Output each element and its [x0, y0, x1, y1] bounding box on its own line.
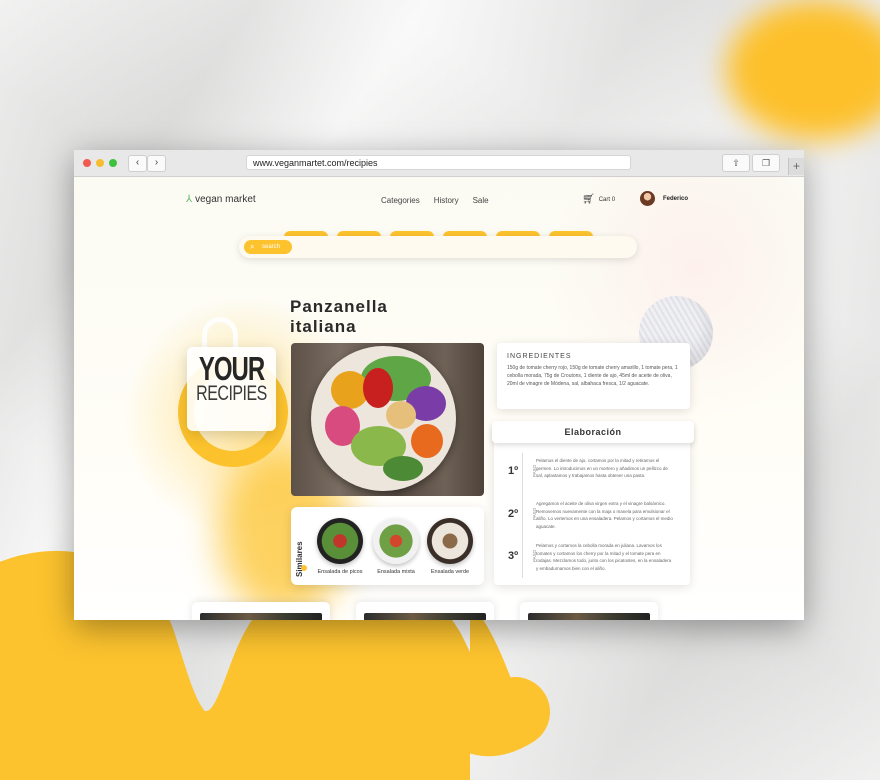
brand-logo[interactable]: ⅄ vegan market [186, 194, 256, 205]
leaf-icon: ⅄ [186, 194, 193, 205]
recipe-title-line-2: italiana [290, 317, 357, 336]
close-window-button[interactable] [83, 159, 91, 167]
forward-button[interactable]: › [147, 155, 166, 172]
similar-thumbnail [427, 518, 473, 564]
back-button[interactable]: ‹ [128, 155, 147, 172]
similares-title: Similares [295, 541, 304, 577]
menu-item-sale[interactable]: Sale [473, 196, 489, 205]
similar-thumbnail [317, 518, 363, 564]
chevron-right-icon: › [154, 157, 159, 168]
search-bar[interactable]: ⌕ search [239, 236, 637, 258]
ingredients-title: INGREDIENTES [507, 353, 572, 360]
menu-item-categories[interactable]: Categories [381, 196, 420, 205]
recipe-card-image [528, 613, 650, 620]
preparation-card: Elaboración 1º PASO Pelamos el diente de… [492, 421, 694, 585]
recipe-card-image [200, 613, 322, 620]
step-number: 1º [508, 465, 519, 477]
cart-button[interactable]: 🛒︎ Cart 0 [582, 194, 615, 205]
recipe-title: Panzanella italiana [290, 297, 450, 337]
steps-divider [522, 453, 523, 578]
share-icon: ⇧ [732, 158, 740, 168]
plus-icon: + [792, 159, 800, 173]
browser-toolbar: ‹ › www.veganmartet.com/recipies ⇧ ❐ + [74, 150, 804, 177]
similar-thumbnail [373, 518, 419, 564]
step-text: Agregamos el aceite de oliva virgen extr… [536, 501, 673, 529]
browser-window: ‹ › www.veganmartet.com/recipies ⇧ ❐ + ⅄… [74, 150, 804, 620]
main-menu: Categories History Sale [381, 196, 489, 205]
similar-item[interactable]: Ensalada mixta [371, 518, 421, 575]
badge-line-1: YOUR [198, 350, 265, 389]
share-button[interactable]: ⇧ [722, 154, 750, 172]
similar-caption: Ensalada mixta [377, 569, 415, 575]
recipe-photo [291, 343, 484, 496]
cart-icon: 🛒︎ [582, 194, 595, 205]
search-placeholder: search [262, 244, 281, 250]
chevron-left-icon: ‹ [135, 157, 140, 168]
more-recipes-row [192, 602, 658, 620]
search-icon: ⌕ [250, 242, 255, 251]
recipe-card[interactable] [192, 602, 330, 620]
menu-item-history[interactable]: History [434, 196, 459, 205]
similar-item[interactable]: Ensalada verde [425, 518, 475, 575]
step-text: Pelamos y cortamos la cebolla morada en … [536, 543, 672, 571]
ingredients-text: 150g de tomate cherry rojo, 150g de toma… [507, 365, 678, 387]
similares-dot [301, 565, 307, 571]
address-bar[interactable]: www.veganmartet.com/recipies [246, 155, 631, 170]
preparation-title: Elaboración [492, 421, 694, 443]
tabs-icon: ❐ [761, 158, 771, 168]
brand-name: vegan market [195, 194, 256, 205]
plate [311, 346, 456, 491]
step-number: 2º [508, 508, 519, 520]
recipe-card[interactable] [520, 602, 658, 620]
tabs-button[interactable]: ❐ [752, 154, 780, 172]
similar-caption: Ensalada verde [430, 569, 470, 575]
user-name[interactable]: Federico [663, 196, 688, 202]
page-content: ⅄ vegan market Categories History Sale 🛒… [74, 177, 804, 620]
similar-recipes: Similares Ensalada de picos Ensalada mix… [291, 507, 484, 585]
badge-line-2: RECIPIES [196, 383, 267, 406]
similar-item[interactable]: Ensalada de picos [315, 518, 365, 575]
avatar[interactable] [640, 191, 655, 206]
cart-label: Cart 0 [598, 196, 616, 203]
step-number: 3º [508, 550, 519, 562]
new-tab-button[interactable]: + [788, 158, 804, 175]
recipe-card-image [364, 613, 486, 620]
recipe-card[interactable] [356, 602, 494, 620]
step-text: Pelamos el diente de ajo, cortamos por l… [536, 458, 668, 478]
ingredients-card: INGREDIENTES 150g de tomate cherry rojo,… [497, 343, 690, 409]
search-input[interactable]: ⌕ search [244, 240, 292, 254]
zoom-window-button[interactable] [109, 159, 117, 167]
your-recipes-badge: YOUR RECIPIES [187, 347, 276, 431]
similar-caption: Ensalada de picos [317, 569, 363, 575]
recipe-title-line-1: Panzanella [290, 297, 388, 316]
minimize-window-button[interactable] [96, 159, 104, 167]
